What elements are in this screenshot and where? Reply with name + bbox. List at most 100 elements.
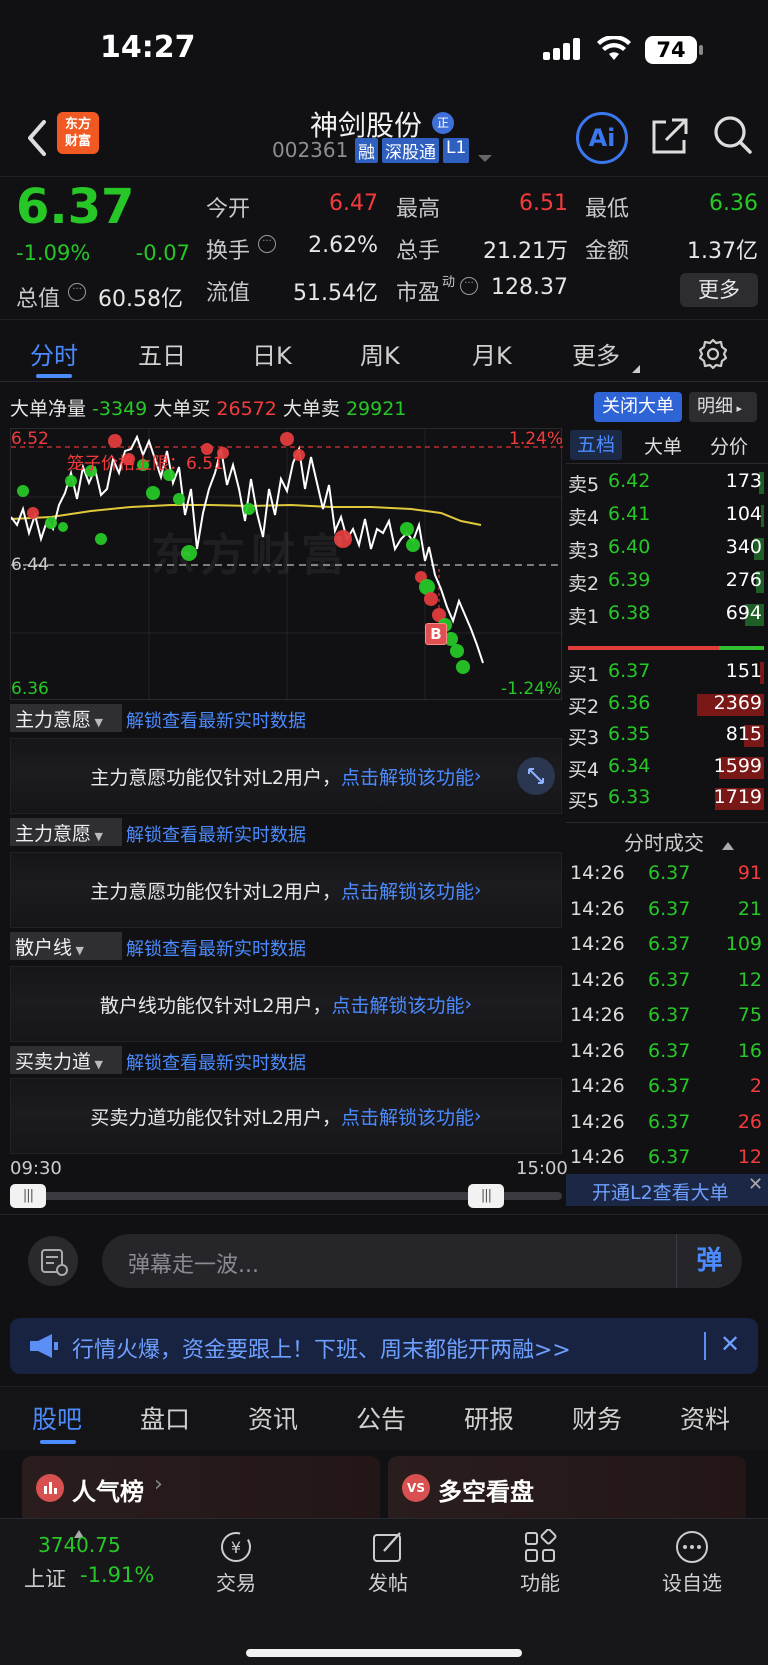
pe-sup: 动: [442, 275, 456, 290]
chevron-down-icon[interactable]: [478, 148, 492, 162]
tab-research[interactable]: 研报: [464, 1400, 514, 1436]
unlock-cta-1[interactable]: 点击解锁该功能: [341, 763, 474, 790]
popularity-card[interactable]: 人气榜 ›: [22, 1456, 380, 1520]
tab-guba[interactable]: 股吧: [32, 1400, 82, 1436]
ai-button[interactable]: Ai: [576, 112, 628, 164]
unlock-link-4[interactable]: 解锁查看最新实时数据: [126, 1049, 306, 1075]
nav-post[interactable]: 发帖: [338, 1567, 438, 1596]
tab-profile[interactable]: 资料: [680, 1400, 730, 1436]
collapse-up-icon[interactable]: [722, 835, 734, 850]
tick-row: 14:26 6.37 21: [566, 894, 768, 929]
indicator-select-4[interactable]: 买卖力道 ▼: [10, 1046, 122, 1074]
more-dots-icon[interactable]: [672, 1529, 712, 1565]
tab-announcement[interactable]: 公告: [356, 1400, 406, 1436]
bid-row[interactable]: 买1 6.37 151: [566, 656, 768, 689]
unlock-cta-4[interactable]: 点击解锁该功能: [341, 1103, 474, 1130]
ask-row[interactable]: 卖2 6.39 276: [566, 565, 768, 598]
nav-trade[interactable]: 交易: [186, 1567, 286, 1596]
promo-banner[interactable]: 行情火爆，资金要跟上！下班、周末都能开两融>> ✕: [10, 1318, 758, 1374]
tick-row: 14:26 6.37 26: [566, 1107, 768, 1142]
close-icon[interactable]: ✕: [748, 1174, 763, 1195]
volume-value: 21.21万: [483, 239, 568, 264]
settings-gear-icon[interactable]: [697, 338, 729, 370]
unlock-link-1[interactable]: 解锁查看最新实时数据: [126, 707, 306, 733]
trade-marker-dot: [27, 507, 39, 519]
tab-week-k[interactable]: 周K: [360, 336, 400, 371]
tab-pankou[interactable]: 盘口: [140, 1400, 190, 1436]
close-bigorder-button[interactable]: 关闭大单: [594, 392, 682, 422]
expand-icon[interactable]: [517, 757, 555, 795]
ask-price: 6.38: [608, 602, 651, 624]
intraday-chart[interactable]: 东方财富 6.52 1.24% 6.44 6.36 -1.24% 笼子价格上限：…: [10, 428, 563, 701]
indicator-select-1[interactable]: 主力意愿 ▼: [10, 704, 122, 732]
bid-row[interactable]: 买3 6.35 815: [566, 719, 768, 752]
ask-volume: 276: [725, 569, 762, 591]
ask-row[interactable]: 卖5 6.42 173: [566, 466, 768, 499]
bid-row[interactable]: 买5 6.33 1719: [566, 782, 768, 815]
f10-tab-underline: [40, 1440, 76, 1444]
indicator-select-3[interactable]: 散户线 ▼: [10, 932, 122, 960]
trade-icon[interactable]: ¥: [216, 1529, 256, 1565]
tab-month-k[interactable]: 月K: [472, 336, 512, 371]
ask-row[interactable]: 卖1 6.38 694: [566, 598, 768, 631]
more-button[interactable]: 更多: [680, 273, 758, 307]
tick-time: 14:26: [570, 1110, 625, 1133]
ask-volume: 173: [725, 470, 762, 492]
apps-icon[interactable]: [520, 1528, 560, 1565]
index-value[interactable]: 3740.75: [38, 1533, 121, 1557]
bid-row[interactable]: 买4 6.34 1599: [566, 751, 768, 784]
bid-volume: 1599: [713, 754, 762, 777]
danmu-settings-icon[interactable]: [28, 1236, 78, 1286]
indicator-select-2[interactable]: 主力意愿 ▼: [10, 818, 122, 846]
unlock-link-2[interactable]: 解锁查看最新实时数据: [126, 821, 306, 847]
back-icon[interactable]: [22, 118, 52, 158]
l2-banner[interactable]: 开通L2查看大单 ✕: [566, 1174, 768, 1206]
trade-marker-dot: [45, 517, 57, 529]
search-icon[interactable]: [712, 114, 754, 156]
ask-price: 6.42: [608, 470, 651, 492]
ask-row[interactable]: 卖3 6.40 340: [566, 532, 768, 565]
share-icon[interactable]: [650, 116, 690, 156]
buy-marker[interactable]: B: [425, 623, 447, 645]
bid-row[interactable]: 买2 6.36 2369: [566, 688, 768, 721]
trade-marker-dot: [406, 538, 420, 552]
ask-row[interactable]: 卖4 6.41 104: [566, 499, 768, 532]
tab-news[interactable]: 资讯: [248, 1400, 298, 1436]
trade-marker-dot: [280, 432, 294, 446]
range-slider-left-handle[interactable]: |||: [10, 1184, 46, 1208]
bottom-nav: 3740.75 上证 -1.91% ¥ 交易 发帖 功能 设自选: [0, 1518, 768, 1665]
info-icon[interactable]: ···: [460, 277, 478, 295]
ai-label: Ai: [588, 124, 616, 152]
tab-intraday[interactable]: 分时: [30, 336, 78, 371]
tab-finance[interactable]: 财务: [572, 1400, 622, 1436]
open-value: 6.47: [329, 191, 378, 216]
post-icon[interactable]: [368, 1529, 408, 1565]
unlock-link-3[interactable]: 解锁查看最新实时数据: [126, 935, 306, 961]
turnover-label: 换手: [206, 239, 251, 264]
tab-day-k[interactable]: 日K: [252, 336, 292, 371]
info-icon[interactable]: ···: [258, 235, 276, 253]
tick-row: 14:26 6.37 12: [566, 965, 768, 1000]
nav-functions[interactable]: 功能: [490, 1567, 590, 1596]
bigorder-buy-value: 26572: [216, 398, 277, 420]
unlock-cta-3[interactable]: 点击解锁该功能: [332, 991, 465, 1018]
danmu-send-button[interactable]: 弹: [676, 1234, 742, 1288]
longshort-card[interactable]: VS 多空看盘: [388, 1456, 746, 1520]
bigorder-sell-value: 29921: [345, 398, 407, 420]
danmu-input[interactable]: 弹幕走一波... 弹: [102, 1234, 742, 1288]
info-icon[interactable]: ···: [68, 283, 86, 301]
detail-button[interactable]: 明细 ▸: [689, 392, 757, 422]
unlock-cta-2[interactable]: 点击解锁该功能: [341, 877, 474, 904]
nav-add-watchlist[interactable]: 设自选: [642, 1567, 742, 1596]
range-slider-right-handle[interactable]: |||: [468, 1184, 504, 1208]
index-name: 上证: [24, 1567, 66, 1591]
tab-big-order[interactable]: 大单: [644, 432, 682, 459]
svg-text:¥: ¥: [231, 1538, 241, 1557]
l2-banner-text: 开通L2查看大单: [592, 1182, 729, 1204]
close-icon[interactable]: ✕: [720, 1330, 740, 1358]
tab-5day[interactable]: 五日: [138, 336, 186, 371]
tab-five-level[interactable]: 五档: [570, 430, 622, 460]
tick-volume: 26: [737, 1110, 762, 1133]
tab-price-level[interactable]: 分价: [710, 432, 748, 459]
tab-more[interactable]: 更多: [572, 336, 620, 371]
